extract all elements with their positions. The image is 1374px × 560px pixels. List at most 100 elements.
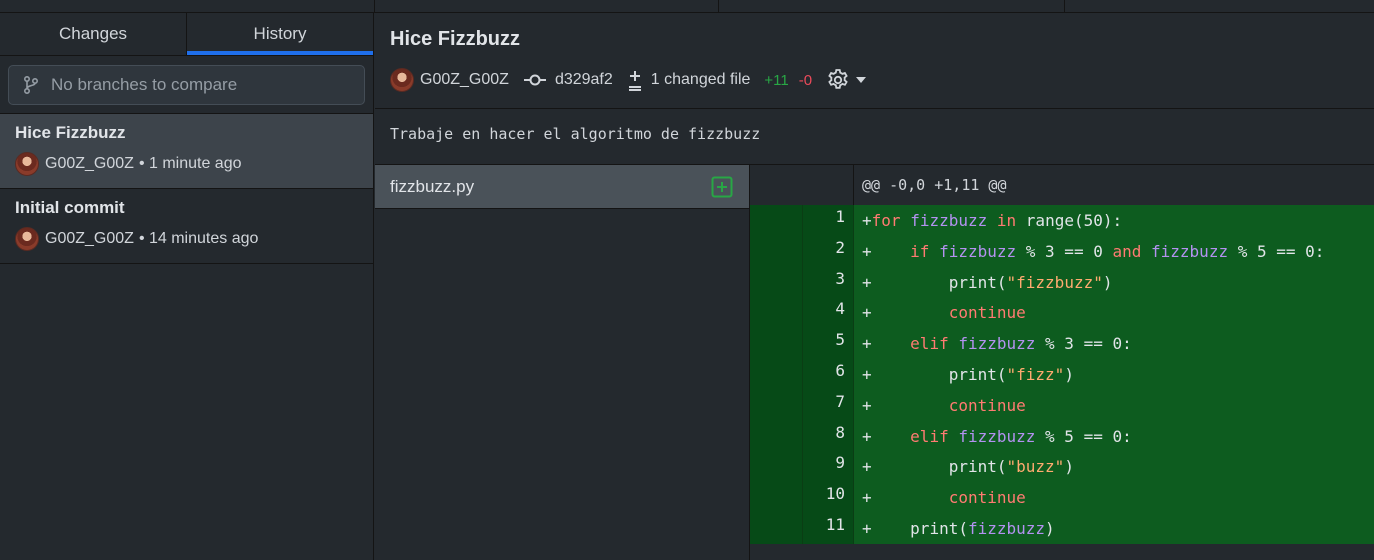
code-token: (50): bbox=[1073, 211, 1123, 230]
diff-line[interactable]: 11 + print(fizzbuzz) bbox=[750, 512, 1374, 544]
diff-line[interactable]: 10 + continue bbox=[750, 482, 1374, 513]
code-token: ( bbox=[996, 272, 1007, 292]
additions-count: +11 bbox=[764, 71, 789, 89]
commit-time: • 14 minutes ago bbox=[138, 230, 259, 247]
diff-line[interactable]: 4 + continue bbox=[750, 297, 1374, 329]
diff-prefix: + bbox=[862, 518, 872, 538]
new-line-number: 1 bbox=[802, 205, 854, 236]
commit-sha-info[interactable]: d329af2 bbox=[523, 71, 613, 89]
new-line-number: 9 bbox=[802, 451, 854, 483]
new-line-number: 5 bbox=[802, 328, 854, 359]
diff-line[interactable]: 6 + print("fizz") bbox=[750, 358, 1374, 390]
old-line-number bbox=[750, 512, 802, 544]
old-line-number bbox=[750, 451, 802, 483]
avatar bbox=[15, 227, 39, 251]
code-variable: fizzbuzz bbox=[939, 241, 1017, 261]
diff-line[interactable]: 3 + print("fizzbuzz") bbox=[750, 266, 1374, 298]
code-token: % 3 == 0: bbox=[1035, 334, 1132, 354]
old-line-number bbox=[750, 482, 802, 513]
toolbar-divider bbox=[718, 0, 719, 12]
code-token: % 5 == 0: bbox=[1035, 426, 1132, 446]
code-keyword: continue bbox=[948, 488, 1026, 508]
diff-line[interactable]: 2 + if fizzbuzz % 3 == 0 and fizzbuzz % 5… bbox=[750, 235, 1374, 267]
code-line: + print("fizzbuzz") bbox=[854, 267, 1112, 298]
code-variable: fizzbuzz bbox=[1151, 241, 1229, 261]
diff-line[interactable]: 8 + elif fizzbuzz % 5 == 0: bbox=[750, 420, 1374, 452]
new-line-number: 6 bbox=[802, 358, 854, 390]
code-keyword: elif bbox=[910, 334, 949, 354]
changed-files-list: fizzbuzz.py bbox=[375, 165, 750, 560]
code-variable: fizzbuzz bbox=[967, 518, 1046, 538]
code-token: print bbox=[948, 272, 997, 292]
commit-author: G00Z_G00Z bbox=[420, 71, 509, 88]
diff-prefix: + bbox=[862, 303, 872, 323]
commit-time: • 1 minute ago bbox=[138, 155, 242, 172]
git-commit-icon bbox=[523, 74, 546, 86]
diff-line[interactable]: 1 +for fizzbuzz in range(50): bbox=[750, 205, 1374, 236]
sidebar-tabs: Changes History bbox=[0, 13, 373, 56]
code-token: % 5 == 0: bbox=[1228, 241, 1325, 261]
commit-author: G00Z_G00Z bbox=[45, 155, 134, 172]
commit-header: Hice Fizzbuzz G00Z_G00Z d329af2 1 change… bbox=[375, 13, 1374, 109]
diff-lines: 1 +for fizzbuzz in range(50): 2 + if fizzbu… bbox=[750, 205, 1374, 544]
commit-list-item[interactable]: Hice Fizzbuzz G00Z_G00Z • 1 minute ago bbox=[0, 114, 373, 189]
code-keyword: continue bbox=[948, 395, 1026, 415]
commit-sha: d329af2 bbox=[554, 71, 613, 88]
commit-author-info: G00Z_G00Z bbox=[390, 68, 509, 92]
code-line: + print(fizzbuzz) bbox=[854, 513, 1055, 544]
commit-detail: Hice Fizzbuzz G00Z_G00Z d329af2 1 change… bbox=[375, 13, 1374, 560]
file-diff-icon bbox=[628, 71, 641, 91]
diff-added-icon bbox=[711, 176, 733, 197]
code-token: print bbox=[948, 457, 997, 477]
tab-changes[interactable]: Changes bbox=[0, 13, 186, 55]
tab-changes-label: Changes bbox=[58, 24, 128, 43]
diff-prefix: + bbox=[862, 211, 872, 230]
diff-prefix: + bbox=[862, 488, 872, 508]
new-line-number: 10 bbox=[802, 482, 854, 513]
old-line-number bbox=[750, 235, 802, 267]
diff-line[interactable]: 7 + continue bbox=[750, 389, 1374, 421]
code-token: ( bbox=[958, 518, 968, 538]
commit-list-item-title: Initial commit bbox=[15, 198, 125, 217]
new-line-number: 8 bbox=[802, 420, 854, 452]
diff-prefix: + bbox=[862, 426, 872, 446]
code-token: % 3 == 0 bbox=[1016, 241, 1113, 261]
code-line: +for fizzbuzz in range(50): bbox=[854, 205, 1122, 236]
old-line-number bbox=[750, 328, 802, 359]
diff-footer bbox=[750, 543, 1374, 560]
code-token: ) bbox=[1102, 272, 1113, 292]
compare-branch-input[interactable]: No branches to compare bbox=[8, 65, 365, 105]
code-string: "buzz" bbox=[1006, 457, 1065, 477]
old-line-number bbox=[750, 420, 802, 452]
tab-history[interactable]: History bbox=[186, 13, 373, 55]
diff-line[interactable]: 5 + elif fizzbuzz % 3 == 0: bbox=[750, 328, 1374, 359]
code-variable: fizzbuzz bbox=[958, 426, 1036, 446]
caret-down-icon bbox=[856, 77, 867, 83]
commit-list-item[interactable]: Initial commit G00Z_G00Z • 14 minutes ag… bbox=[0, 189, 373, 264]
old-line-number bbox=[750, 205, 802, 236]
file-list-item[interactable]: fizzbuzz.py bbox=[375, 165, 749, 209]
code-string: "fizzbuzz" bbox=[1006, 272, 1103, 292]
diff-line[interactable]: 9 + print("buzz") bbox=[750, 451, 1374, 483]
code-line: + print("fizz") bbox=[854, 359, 1074, 390]
code-token: ( bbox=[996, 364, 1007, 384]
new-line-number: 11 bbox=[802, 512, 854, 544]
tab-history-label: History bbox=[253, 24, 307, 43]
hunk-header-text: @@ -0,0 +1,11 @@ bbox=[862, 176, 1007, 194]
diff-settings-button[interactable] bbox=[826, 68, 868, 92]
diff-prefix: + bbox=[862, 334, 872, 354]
code-line: + continue bbox=[854, 297, 1026, 328]
avatar bbox=[390, 68, 414, 92]
old-line-number bbox=[750, 297, 802, 329]
old-line-number bbox=[750, 266, 802, 298]
